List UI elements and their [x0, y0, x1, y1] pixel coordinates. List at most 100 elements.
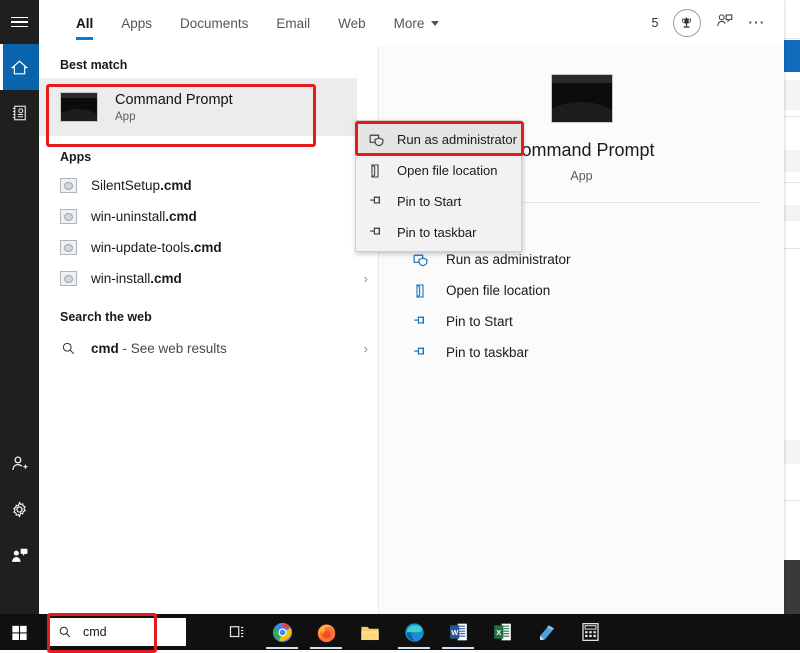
- preview-action-label: Run as administrator: [446, 252, 571, 267]
- context-menu: Run as administrator Open file location …: [355, 120, 522, 252]
- preview-action-label: Open file location: [446, 283, 550, 298]
- hamburger-menu-button[interactable]: [0, 0, 39, 44]
- taskbar-search-box[interactable]: cmd: [47, 618, 186, 646]
- tab-documents[interactable]: Documents: [166, 0, 262, 46]
- list-item[interactable]: win-update-tools.cmd ›: [39, 232, 378, 263]
- folder-open-icon: [367, 162, 385, 180]
- preview-action-label: Pin to taskbar: [446, 345, 529, 360]
- preview-action-open-file-location[interactable]: Open file location: [379, 275, 784, 306]
- tab-email[interactable]: Email: [262, 0, 324, 46]
- preview-action-pin-to-taskbar[interactable]: Pin to taskbar: [379, 337, 784, 368]
- list-item-label: win-update-tools.cmd: [91, 240, 222, 255]
- cmd-script-icon: [60, 270, 77, 287]
- chrome-icon[interactable]: [270, 618, 294, 646]
- start-button[interactable]: [0, 614, 39, 650]
- search-flyout: All Apps Documents Email Web More 5: [0, 0, 784, 614]
- list-item-label: win-uninstall.cmd: [91, 209, 197, 224]
- pin-icon: [411, 312, 430, 331]
- search-tabs: All Apps Documents Email Web More: [62, 0, 453, 46]
- shield-admin-icon: [411, 250, 430, 269]
- tab-documents-label: Documents: [180, 16, 248, 31]
- context-menu-item-run-as-administrator[interactable]: Run as administrator: [356, 124, 521, 155]
- hamburger-menu-icon: [11, 14, 28, 31]
- web-search-result[interactable]: cmd - See web results ›: [39, 330, 378, 366]
- context-menu-item-open-file-location[interactable]: Open file location: [356, 155, 521, 186]
- rail-item-home[interactable]: [0, 44, 39, 90]
- left-icon-rail: [0, 0, 39, 614]
- settings-gear-icon: [10, 500, 29, 519]
- svg-text:W: W: [451, 628, 459, 637]
- calculator-icon[interactable]: [578, 618, 602, 646]
- feedback-button[interactable]: [715, 11, 734, 35]
- results-column: Best match Command Prompt App Apps Silen…: [39, 46, 379, 614]
- tab-all[interactable]: All: [62, 0, 107, 46]
- context-menu-item-label: Open file location: [397, 163, 497, 178]
- search-magnifier-icon: [60, 340, 77, 357]
- rail-item-account[interactable]: [0, 440, 39, 486]
- chevron-right-icon[interactable]: ›: [364, 341, 368, 356]
- tab-web[interactable]: Web: [324, 0, 380, 46]
- rail-item-settings[interactable]: [0, 486, 39, 532]
- context-menu-item-pin-to-start[interactable]: Pin to Start: [356, 186, 521, 217]
- tab-apps[interactable]: Apps: [107, 0, 166, 46]
- preview-action-pin-to-start[interactable]: Pin to Start: [379, 306, 784, 337]
- best-match-text: Command Prompt App: [115, 92, 233, 123]
- word-icon[interactable]: W: [446, 618, 470, 646]
- account-add-icon: [10, 454, 29, 473]
- list-item-label: SilentSetup.cmd: [91, 178, 192, 193]
- list-item-label: win-install.cmd: [91, 271, 182, 286]
- context-menu-item-label: Run as administrator: [397, 132, 517, 147]
- search-magnifier-icon: [58, 625, 72, 639]
- taskbar-app-icons: W X: [226, 618, 602, 646]
- cmd-script-icon: [60, 239, 77, 256]
- rewards-button[interactable]: [673, 9, 701, 37]
- shield-admin-icon: [367, 131, 385, 149]
- pin-icon: [367, 224, 385, 242]
- task-view-icon[interactable]: [226, 618, 250, 646]
- cmd-script-icon: [60, 208, 77, 225]
- tab-more[interactable]: More: [380, 0, 454, 46]
- sticky-notes-icon[interactable]: [534, 618, 558, 646]
- cmd-script-icon: [60, 177, 77, 194]
- command-prompt-icon: [551, 74, 613, 123]
- tab-email-label: Email: [276, 16, 310, 31]
- file-explorer-icon[interactable]: [358, 618, 382, 646]
- best-match-title: Command Prompt: [115, 92, 233, 108]
- edge-icon[interactable]: [402, 618, 426, 646]
- list-item[interactable]: win-uninstall.cmd ›: [39, 201, 378, 232]
- feedback-person-icon: [715, 11, 734, 30]
- pin-icon: [411, 343, 430, 362]
- preview-action-label: Pin to Start: [446, 314, 513, 329]
- background-window: [782, 0, 800, 614]
- folder-open-icon: [411, 281, 430, 300]
- rail-item-feedback[interactable]: [0, 532, 39, 578]
- tab-all-label: All: [76, 16, 93, 31]
- list-item[interactable]: SilentSetup.cmd ›: [39, 170, 378, 201]
- excel-icon[interactable]: X: [490, 618, 514, 646]
- home-icon: [10, 58, 29, 77]
- chevron-down-icon: [431, 21, 439, 26]
- tab-apps-label: Apps: [121, 16, 152, 31]
- context-menu-item-label: Pin to Start: [397, 194, 461, 209]
- header-actions: 5 ⋯: [652, 9, 766, 37]
- chevron-right-icon[interactable]: ›: [364, 271, 368, 286]
- pin-icon: [367, 193, 385, 211]
- tab-more-label: More: [394, 16, 425, 31]
- feedback-icon: [10, 546, 29, 565]
- windows-logo-icon: [10, 623, 29, 642]
- context-menu-item-pin-to-taskbar[interactable]: Pin to taskbar: [356, 217, 521, 248]
- search-header: All Apps Documents Email Web More 5: [39, 0, 784, 47]
- more-options-button[interactable]: ⋯: [748, 18, 767, 28]
- taskbar: cmd: [0, 614, 800, 650]
- svg-text:X: X: [496, 628, 501, 637]
- rail-item-notebook[interactable]: [0, 90, 39, 136]
- search-input[interactable]: cmd: [83, 625, 107, 639]
- context-menu-item-label: Pin to taskbar: [397, 225, 477, 240]
- best-match-result[interactable]: Command Prompt App: [39, 78, 357, 136]
- firefox-icon[interactable]: [314, 618, 338, 646]
- tab-web-label: Web: [338, 16, 366, 31]
- list-item[interactable]: win-install.cmd ›: [39, 263, 378, 294]
- web-search-label: cmd - See web results: [91, 341, 227, 356]
- rewards-trophy-icon: [679, 16, 694, 31]
- section-header-search-the-web: Search the web: [39, 294, 378, 330]
